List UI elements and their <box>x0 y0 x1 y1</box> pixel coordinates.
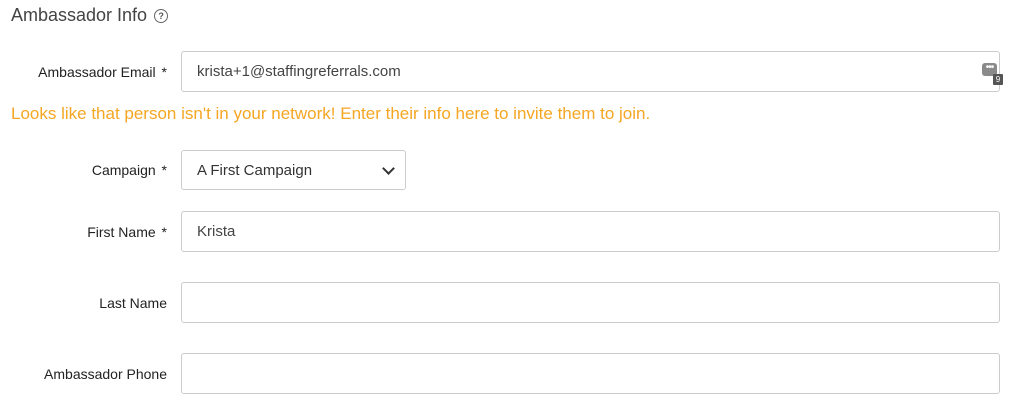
last-name-label-text: Last Name <box>99 295 167 311</box>
first-name-label: First Name * <box>87 224 167 240</box>
phone-field[interactable] <box>181 353 1000 394</box>
password-manager-badge: 9 <box>993 74 1003 85</box>
first-name-field[interactable] <box>181 211 1000 252</box>
phone-label-text: Ambassador Phone <box>44 366 167 382</box>
section-title: Ambassador Info <box>11 5 148 25</box>
email-required-mark: * <box>161 64 167 80</box>
last-name-label: Last Name <box>99 295 167 311</box>
campaign-select[interactable]: A First Campaign <box>181 150 406 190</box>
campaign-label-text: Campaign <box>91 162 156 178</box>
phone-label: Ambassador Phone <box>44 366 167 382</box>
last-name-field[interactable] <box>181 282 1000 323</box>
section-header: Ambassador Info ? <box>11 5 169 26</box>
email-label-text: Ambassador Email <box>38 64 156 80</box>
first-name-label-text: First Name <box>87 224 156 240</box>
campaign-selected-value: A First Campaign <box>197 161 313 179</box>
first-name-required-mark: * <box>161 224 167 240</box>
campaign-required-mark: * <box>161 162 167 178</box>
chevron-down-icon <box>382 161 395 175</box>
campaign-label: Campaign * <box>92 162 167 178</box>
email-label: Ambassador Email * <box>38 64 167 80</box>
not-in-network-warning: Looks like that person isn't in your net… <box>11 104 651 123</box>
help-icon[interactable]: ? <box>154 8 169 23</box>
email-field[interactable] <box>181 51 1000 92</box>
password-manager-widget[interactable]: ••• 9 <box>982 63 1003 87</box>
